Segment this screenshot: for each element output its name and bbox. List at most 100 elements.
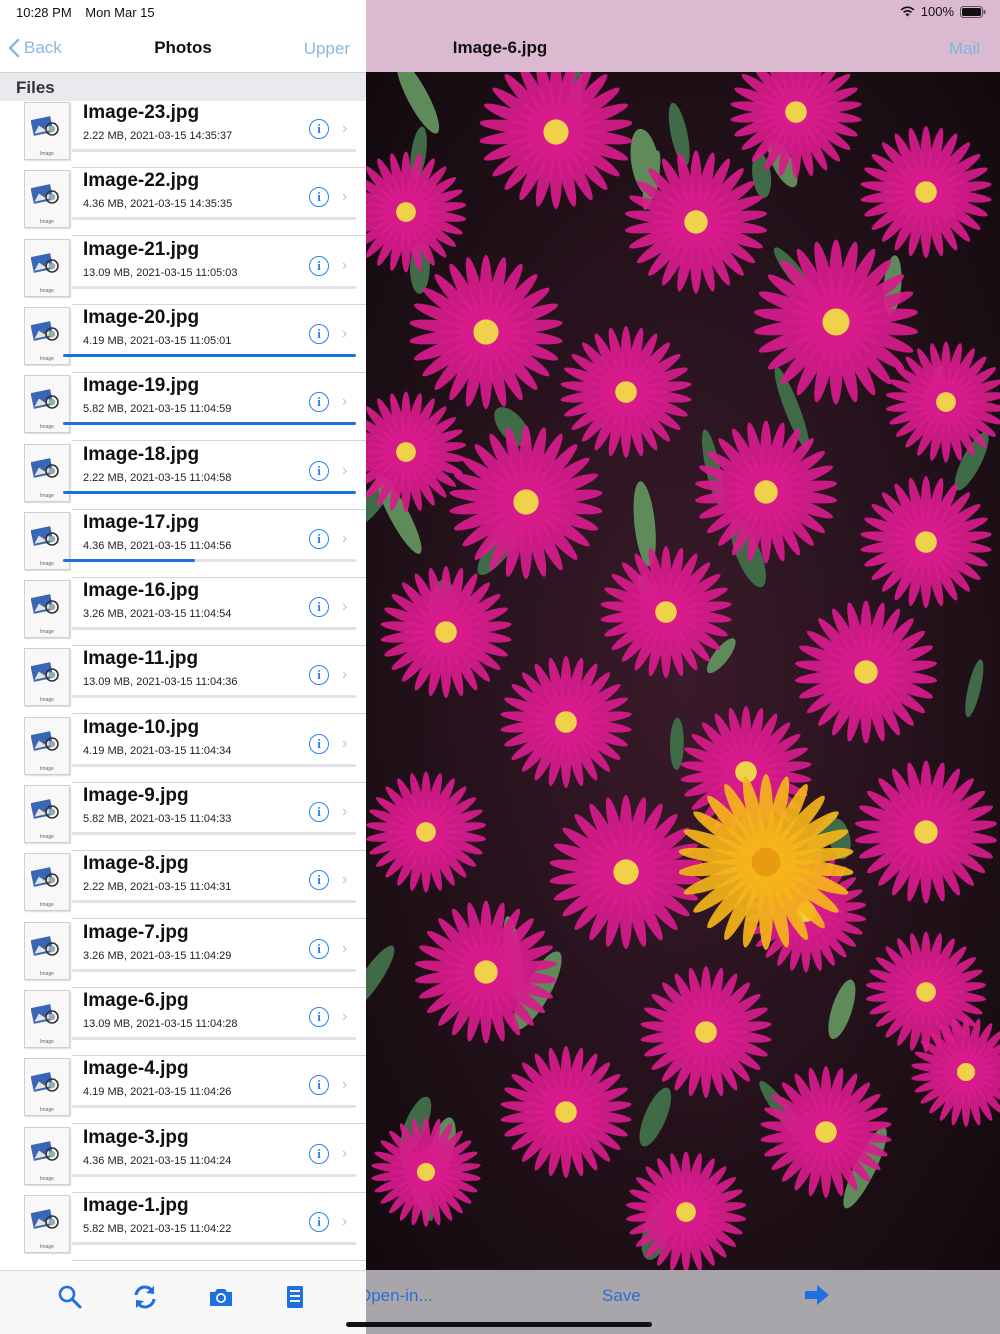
info-icon[interactable]: i xyxy=(309,1006,329,1027)
download-progress xyxy=(72,285,356,289)
chevron-right-icon: › xyxy=(342,666,348,684)
file-row[interactable]: Image Image-17.jpg 4.36 MB, 2021-03-15 11:… xyxy=(0,510,366,578)
file-thumbnail: Image xyxy=(24,989,70,1048)
file-row[interactable]: Image Image-7.jpg 3.26 MB, 2021-03-15 11:0… xyxy=(0,920,366,988)
arrow-right-icon[interactable] xyxy=(804,1284,830,1306)
info-icon[interactable]: i xyxy=(309,802,329,822)
file-row[interactable]: Image Image-19.jpg 5.82 MB, 2021-03-15 11:… xyxy=(0,373,366,442)
chevron-right-icon: › xyxy=(342,529,348,547)
info-icon[interactable]: i xyxy=(309,733,329,754)
file-thumbnail: Image xyxy=(24,921,70,980)
file-row[interactable]: Image Image-16.jpg 3.26 MB, 2021-03-15 11:… xyxy=(0,578,366,647)
file-meta: 4.19 MB, 2021-03-15 11:04:26 xyxy=(83,1086,232,1099)
file-row[interactable]: Image Image-23.jpg 2.22 MB, 2021-03-15 14:… xyxy=(0,100,366,168)
thumbnail-caption: Image xyxy=(40,424,54,431)
info-icon[interactable]: i xyxy=(309,1143,329,1164)
download-progress xyxy=(63,422,356,426)
file-name: Image-8.jpg xyxy=(83,853,189,875)
thumbnail-caption: Image xyxy=(40,1107,54,1114)
file-row[interactable]: Image Image-20.jpg 4.19 MB, 2021-03-15 11:… xyxy=(0,305,366,373)
file-row[interactable]: Image Image-11.jpg 13.09 MB, 2021-03-15 11… xyxy=(0,646,366,715)
file-meta: 4.36 MB, 2021-03-15 14:35:35 xyxy=(83,198,233,211)
open-in-button[interactable]: Open-in... xyxy=(366,1286,433,1306)
file-row[interactable]: Image Image-4.jpg 4.19 MB, 2021-03-15 11:0… xyxy=(0,1056,366,1125)
file-thumbnail: Image xyxy=(24,238,70,297)
image-file-icon xyxy=(31,116,59,136)
chevron-right-icon: › xyxy=(342,598,348,616)
file-meta: 2.22 MB, 2021-03-15 11:04:58 xyxy=(83,471,232,484)
info-icon[interactable]: i xyxy=(309,528,329,549)
image-file-icon xyxy=(31,594,59,614)
info-icon[interactable]: i xyxy=(309,870,329,891)
file-row[interactable]: Image Image-3.jpg 4.36 MB, 2021-03-15 11:0… xyxy=(0,1125,366,1193)
wifi-icon xyxy=(900,6,915,17)
download-progress xyxy=(72,832,356,835)
image-file-icon xyxy=(31,1140,59,1161)
info-icon[interactable]: i xyxy=(309,460,329,481)
file-meta: 13.09 MB, 2021-03-15 11:05:03 xyxy=(83,266,238,279)
file-name: Image-1.jpg xyxy=(83,1194,189,1216)
file-name: Image-17.jpg xyxy=(83,511,200,533)
section-title: Files xyxy=(16,78,55,97)
chevron-right-icon: › xyxy=(342,939,348,957)
file-row[interactable]: Image Image-18.jpg 2.22 MB, 2021-03-15 11:… xyxy=(0,442,366,510)
chevron-right-icon: › xyxy=(342,1144,348,1162)
battery-icon xyxy=(960,5,986,18)
image-file-icon xyxy=(31,1072,59,1093)
chevron-right-icon: › xyxy=(342,1212,348,1230)
file-row[interactable]: Image Image-10.jpg 4.19 MB, 2021-03-15 11:… xyxy=(0,715,366,783)
refresh-icon[interactable] xyxy=(131,1283,159,1311)
download-progress xyxy=(72,695,356,699)
thumbnail-caption: Image xyxy=(40,629,54,636)
thumbnail-caption: Image xyxy=(40,1175,54,1182)
image-file-icon xyxy=(31,935,59,956)
master-pane: 10:28 PM Mon Mar 15 Photos Back Upper Fi… xyxy=(0,0,366,1334)
info-icon[interactable]: i xyxy=(309,255,329,276)
file-name: Image-9.jpg xyxy=(83,785,189,806)
file-row[interactable]: Image Image-9.jpg 5.82 MB, 2021-03-15 11:0… xyxy=(0,783,366,851)
info-icon[interactable]: i xyxy=(309,938,329,959)
file-meta: 5.82 MB, 2021-03-15 11:04:59 xyxy=(83,403,232,416)
back-button[interactable]: Back xyxy=(8,38,62,58)
download-progress xyxy=(72,149,356,152)
chevron-right-icon: › xyxy=(342,188,348,206)
search-icon[interactable] xyxy=(56,1283,84,1311)
upper-button[interactable]: Upper xyxy=(304,39,350,59)
image-file-icon xyxy=(31,1208,59,1229)
info-icon[interactable]: i xyxy=(309,187,329,208)
camera-icon[interactable] xyxy=(207,1283,235,1311)
photo-preview[interactable] xyxy=(366,72,1000,1270)
download-progress xyxy=(63,490,356,494)
detail-pane: Image-6.jpg Mail 100% Open-in... Save xyxy=(366,0,1000,1334)
thumbnail-caption: Image xyxy=(40,1038,54,1045)
download-progress xyxy=(72,627,356,631)
file-list[interactable]: Image Image-23.jpg 2.22 MB, 2021-03-15 14:… xyxy=(0,100,366,1270)
info-icon[interactable]: i xyxy=(309,665,329,686)
info-icon[interactable]: i xyxy=(309,119,329,139)
thumbnail-caption: Image xyxy=(40,765,54,772)
file-row[interactable]: Image Image-22.jpg 4.36 MB, 2021-03-15 14:… xyxy=(0,168,366,237)
file-meta: 3.26 MB, 2021-03-15 11:04:54 xyxy=(83,608,232,621)
info-icon[interactable]: i xyxy=(309,392,329,413)
file-row[interactable]: Image Image-21.jpg 13.09 MB, 2021-03-15 11… xyxy=(0,237,366,305)
document-icon[interactable] xyxy=(281,1283,309,1311)
info-icon[interactable]: i xyxy=(309,1211,329,1232)
file-meta: 5.82 MB, 2021-03-15 11:04:22 xyxy=(83,1222,232,1235)
file-row[interactable]: Image Image-8.jpg 2.22 MB, 2021-03-15 11:0… xyxy=(0,851,366,920)
info-icon[interactable]: i xyxy=(309,323,329,344)
status-time: 10:28 PM xyxy=(16,5,72,20)
save-button[interactable]: Save xyxy=(602,1286,641,1306)
file-name: Image-7.jpg xyxy=(83,921,189,943)
info-icon[interactable]: i xyxy=(309,1075,329,1096)
file-row[interactable]: Image Image-6.jpg 13.09 MB, 2021-03-15 11:… xyxy=(0,988,366,1056)
download-progress xyxy=(63,558,356,562)
file-meta: 2.22 MB, 2021-03-15 14:35:37 xyxy=(83,130,233,142)
thumbnail-caption: Image xyxy=(40,970,54,977)
mail-button[interactable]: Mail xyxy=(949,39,980,59)
file-thumbnail: Image xyxy=(24,1058,70,1117)
chevron-right-icon: › xyxy=(342,461,348,479)
file-row[interactable]: Image Image-1.jpg 5.82 MB, 2021-03-15 11:0… xyxy=(0,1193,366,1261)
info-icon[interactable]: i xyxy=(309,597,329,618)
progress-fill xyxy=(63,490,356,494)
thumbnail-caption: Image xyxy=(40,355,54,362)
